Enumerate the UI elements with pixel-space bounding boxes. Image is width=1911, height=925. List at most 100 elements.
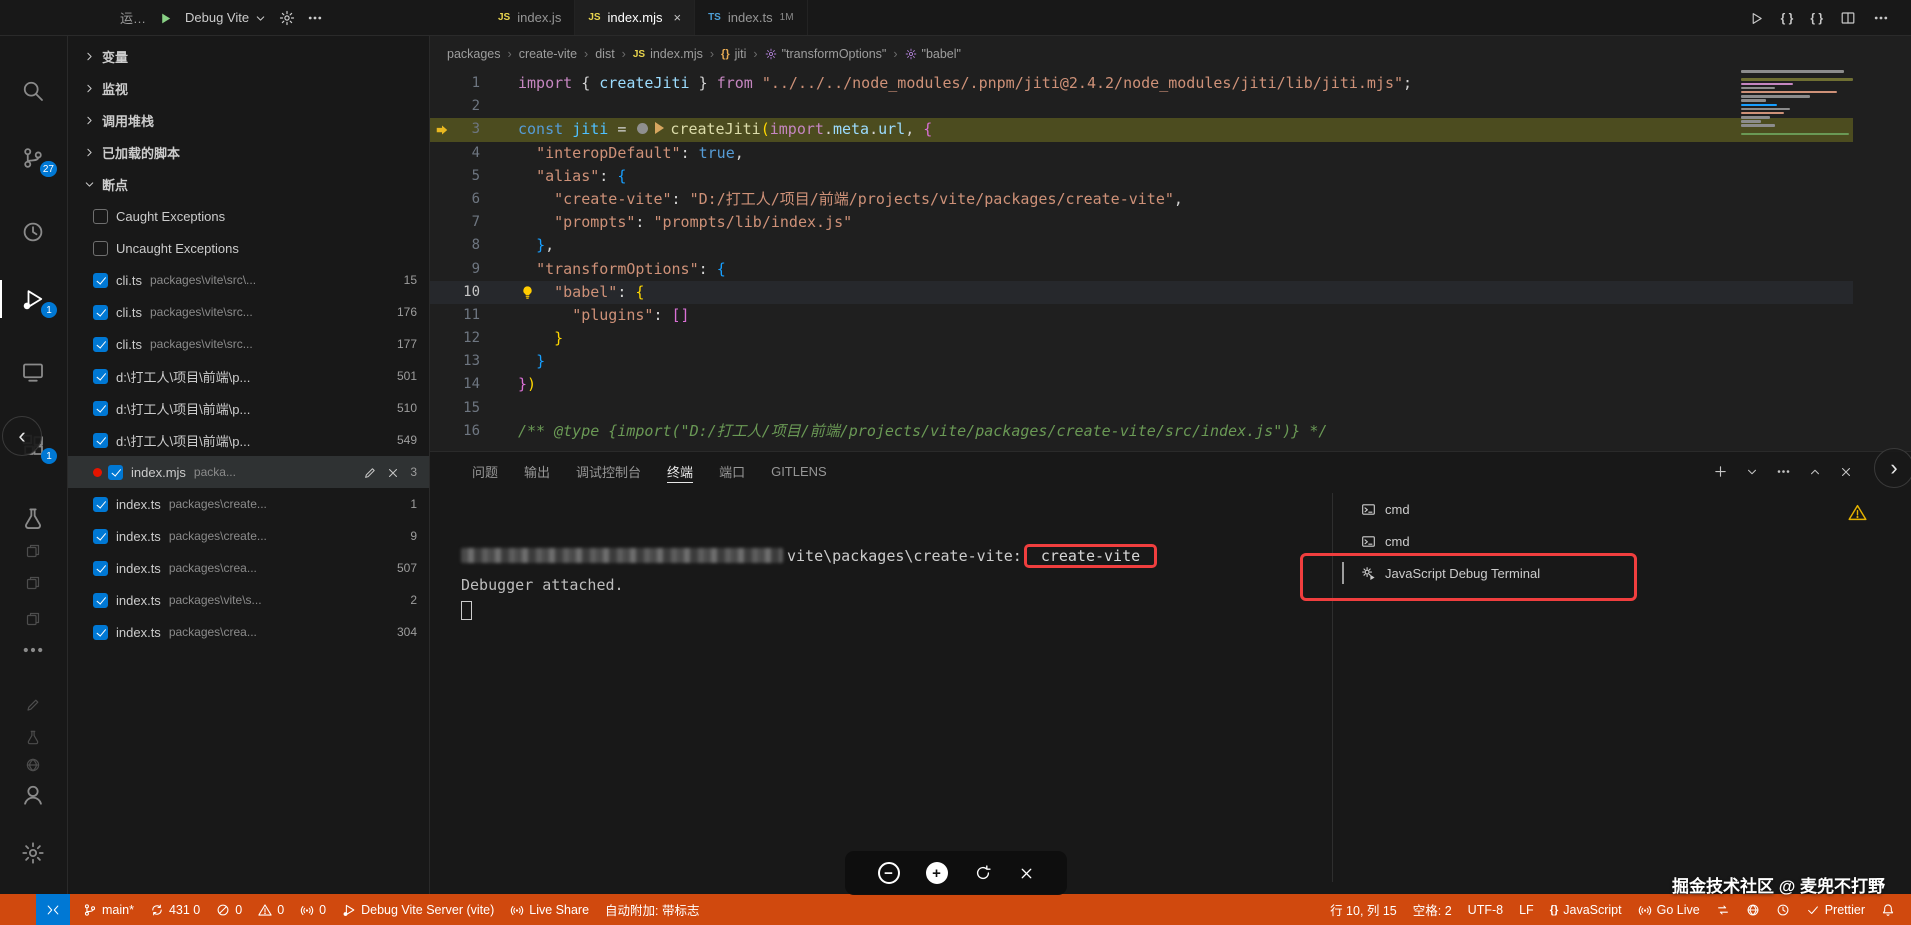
breakpoint-row[interactable]: d:\打工人\项目\前端\p... 549: [67, 424, 429, 456]
debug-settings-button[interactable]: [279, 9, 295, 26]
close-tab-icon[interactable]: ×: [673, 10, 681, 25]
status-browser-preview[interactable]: [1738, 894, 1768, 925]
code-line-8[interactable]: 8 },: [429, 234, 1853, 257]
line-number[interactable]: 5: [429, 165, 492, 188]
code-line-10[interactable]: 10 "babel": {: [429, 280, 1853, 307]
exception-option[interactable]: Caught Exceptions: [67, 200, 429, 232]
line-number[interactable]: 10: [429, 281, 492, 304]
checkbox[interactable]: [93, 240, 108, 256]
breakpoint-checkbox[interactable]: [93, 624, 108, 640]
terminal-output[interactable]: vite\packages\create-vite: create-vite De…: [461, 544, 1341, 620]
line-number[interactable]: 7: [429, 211, 492, 234]
activity-more-views[interactable]: [0, 628, 66, 672]
status-prettier[interactable]: Prettier: [1798, 894, 1873, 925]
exception-option[interactable]: Uncaught Exceptions: [67, 232, 429, 264]
status-ports[interactable]: 0: [292, 894, 334, 925]
nav-next-button[interactable]: ›: [1874, 448, 1911, 488]
breakpoint-row[interactable]: index.ts packages\crea... 507: [67, 552, 429, 584]
debug-start-button[interactable]: [158, 9, 173, 25]
checkbox[interactable]: [93, 208, 108, 224]
status-sync[interactable]: 431 0: [142, 894, 208, 925]
status-session-time[interactable]: [1768, 894, 1798, 925]
lightbulb-icon[interactable]: [520, 284, 535, 307]
breakpoint-row[interactable]: index.ts packages\create... 9: [67, 520, 429, 552]
breakpoint-checkbox[interactable]: [93, 336, 108, 352]
line-number[interactable]: 1: [429, 72, 492, 95]
code-line-6[interactable]: 6 "create-vite": "D:/打工人/项目/前端/projects/…: [429, 188, 1853, 211]
panel-tab-端口[interactable]: 端口: [706, 452, 758, 490]
activity-search[interactable]: [0, 69, 66, 113]
line-number[interactable]: 12: [429, 327, 492, 350]
breadcrumb-item[interactable]: create-vite: [519, 47, 577, 61]
toolbar-more-button[interactable]: [307, 9, 323, 26]
breakpoint-row[interactable]: cli.ts packages\vite\src\... 15: [67, 264, 429, 296]
panel-tab-问题[interactable]: 问题: [459, 452, 511, 490]
terminal-tab-cmd[interactable]: cmd: [1333, 493, 1633, 525]
breakpoint-row[interactable]: index.ts packages\crea... 304: [67, 616, 429, 648]
restart-button[interactable]: [974, 864, 992, 882]
status-warnings[interactable]: 0: [250, 894, 292, 925]
status-branch[interactable]: main*: [75, 894, 142, 925]
breakpoint-checkbox[interactable]: [93, 560, 108, 576]
tab-index.js[interactable]: JS index.js: [485, 0, 576, 35]
code-line-1[interactable]: 1 import { createJiti } from "../../../no…: [429, 72, 1853, 95]
activity-run-and-debug[interactable]: 1: [0, 277, 66, 321]
status-sync-alt[interactable]: [1708, 894, 1738, 925]
breakpoint-checkbox[interactable]: [93, 400, 108, 416]
line-number[interactable]: 2: [429, 95, 492, 118]
code-line-13[interactable]: 13 }: [429, 350, 1853, 373]
breakpoint-checkbox[interactable]: [93, 432, 108, 448]
split-editor-button[interactable]: [1840, 9, 1856, 26]
nav-prev-button[interactable]: ‹: [2, 416, 42, 456]
breakpoint-checkbox[interactable]: [93, 272, 108, 288]
close-panel-button[interactable]: [1839, 463, 1853, 479]
panel-tab-调试控制台[interactable]: 调试控制台: [563, 452, 654, 490]
breakpoint-row[interactable]: d:\打工人\项目\前端\p... 501: [67, 360, 429, 392]
code-line-4[interactable]: 4 "interopDefault": true,: [429, 142, 1853, 165]
close-button[interactable]: [1018, 864, 1035, 881]
run-file-button[interactable]: [1749, 9, 1764, 25]
breakpoint-row[interactable]: index.ts packages\vite\s... 2: [67, 584, 429, 616]
line-number[interactable]: 13: [429, 350, 492, 373]
code-line-12[interactable]: 12 }: [429, 327, 1853, 350]
code-line-14[interactable]: 14}): [429, 373, 1853, 396]
braces-icon-2[interactable]: { }: [1810, 11, 1823, 25]
line-number[interactable]: 16: [429, 420, 492, 443]
breakpoint-checkbox[interactable]: [93, 304, 108, 320]
status-encoding[interactable]: UTF-8: [1460, 894, 1511, 925]
inline-breakpoint-candidate-icon[interactable]: [637, 122, 649, 134]
line-number[interactable]: 9: [429, 258, 492, 281]
line-number[interactable]: 15: [429, 397, 492, 420]
debug-config-dropdown[interactable]: Debug Vite: [185, 10, 267, 25]
status-debug-session[interactable]: Debug Vite Server (vite): [334, 894, 502, 925]
minimap[interactable]: [1741, 70, 1853, 148]
breadcrumb-item[interactable]: "babel": [905, 47, 961, 61]
panel-more-button[interactable]: [1776, 463, 1791, 479]
remove-breakpoint-icon[interactable]: [386, 464, 400, 480]
breakpoint-checkbox[interactable]: [108, 464, 123, 480]
activity-remote-explorer[interactable]: [0, 350, 66, 394]
status-remote[interactable]: [36, 894, 70, 925]
code-line-9[interactable]: 9 "transformOptions": {: [429, 258, 1853, 281]
breadcrumb-item[interactable]: {} jiti: [721, 47, 746, 61]
panel-tab-GITLENS[interactable]: GITLENS: [758, 452, 840, 490]
status-eol[interactable]: LF: [1511, 894, 1542, 925]
status-go-live[interactable]: Go Live: [1630, 894, 1708, 925]
breakpoint-row[interactable]: index.mjs packa... 3: [67, 456, 429, 488]
code-editor[interactable]: 1 import { createJiti } from "../../../no…: [429, 72, 1853, 444]
section-变量[interactable]: 变量: [67, 40, 429, 72]
code-line-3[interactable]: 3 const jiti = createJiti(import.meta.url…: [429, 118, 1853, 142]
line-number[interactable]: 14: [429, 373, 492, 396]
activity-timeline-history[interactable]: [0, 210, 66, 254]
code-line-5[interactable]: 5 "alias": {: [429, 165, 1853, 188]
breakpoint-checkbox[interactable]: [93, 368, 108, 384]
line-number[interactable]: 6: [429, 188, 492, 211]
breakpoint-checkbox[interactable]: [93, 496, 108, 512]
warning-icon[interactable]: [1848, 503, 1867, 522]
new-terminal-button[interactable]: [1713, 463, 1728, 479]
breakpoint-row[interactable]: d:\打工人\项目\前端\p... 510: [67, 392, 429, 424]
code-line-2[interactable]: 2: [429, 95, 1853, 118]
edit-breakpoint-icon[interactable]: [363, 464, 377, 480]
status-indentation[interactable]: 空格: 2: [1405, 894, 1460, 925]
activity-accounts[interactable]: [0, 773, 66, 817]
